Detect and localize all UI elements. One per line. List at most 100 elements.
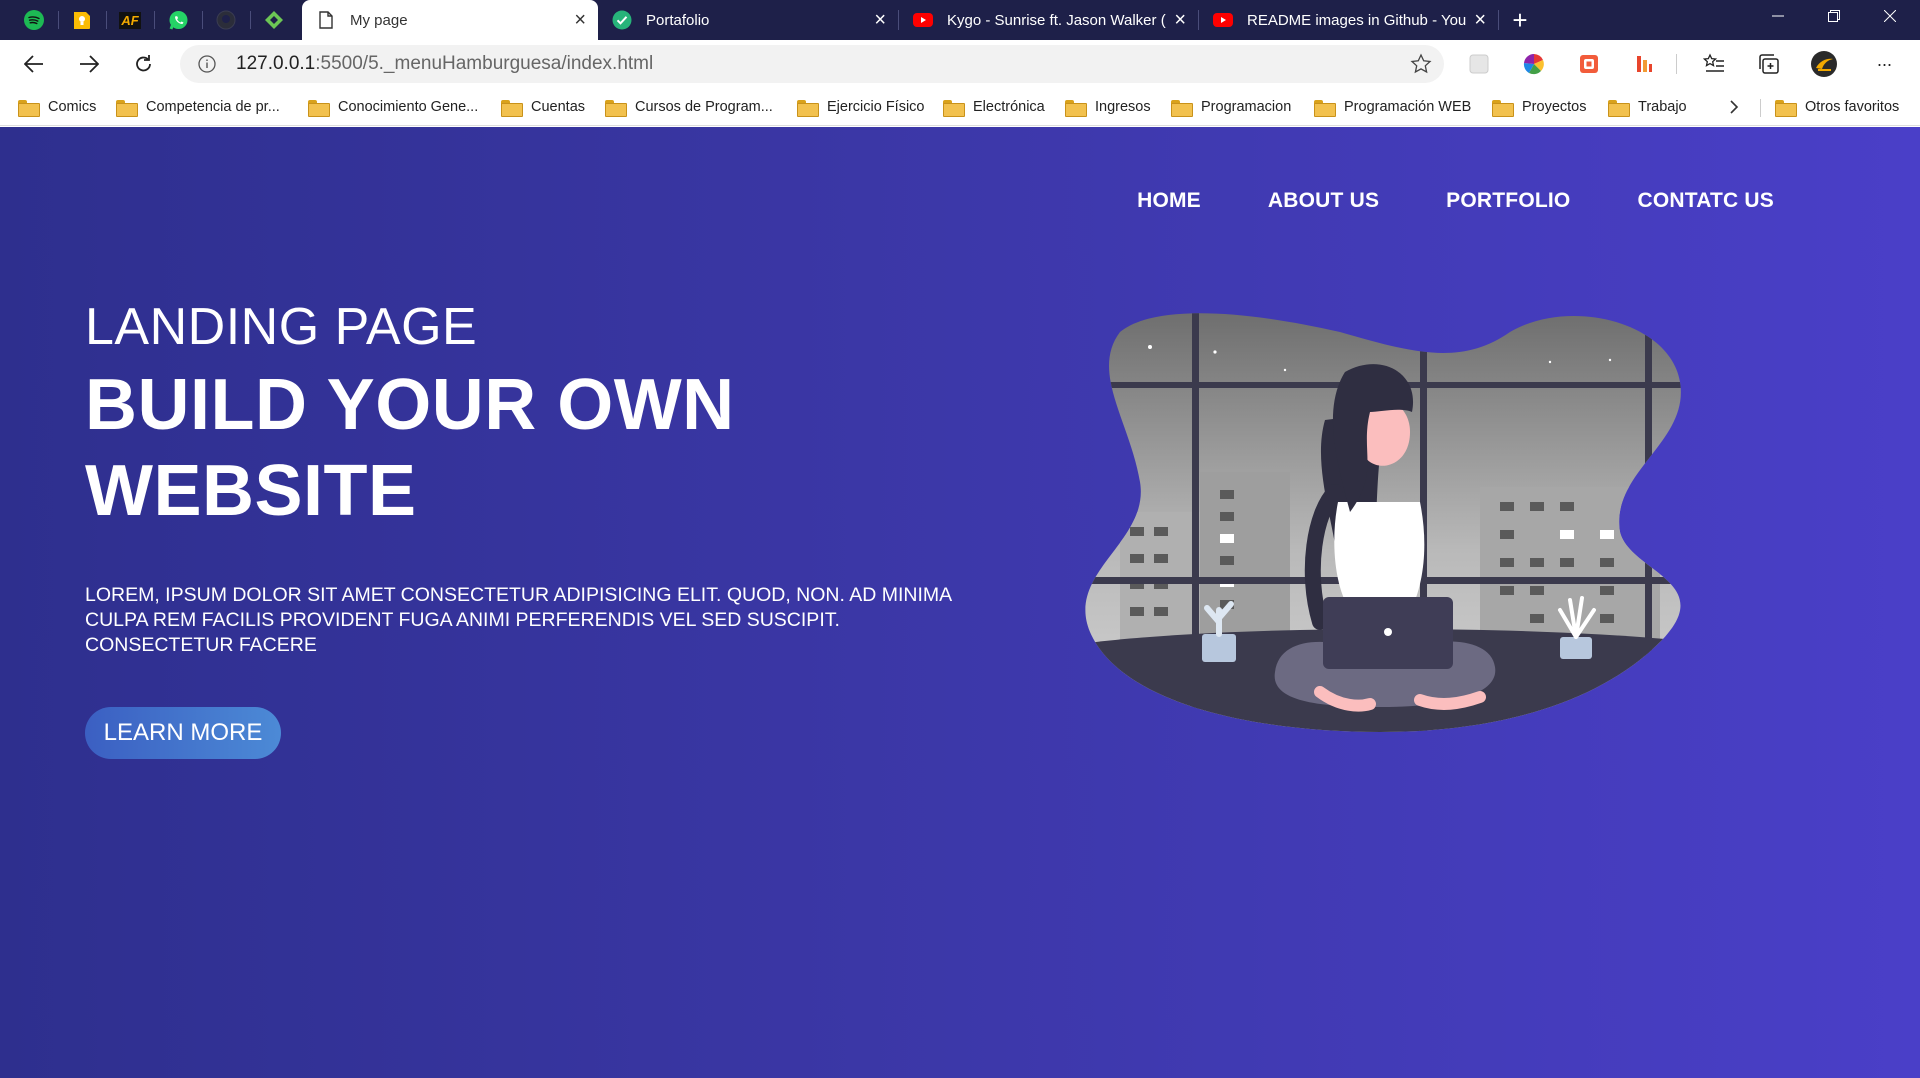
tab-strip: AF My page × Portafolio × Kygo - Sunrise… [0,0,1920,40]
youtube-icon [1213,10,1233,30]
new-tab-button[interactable]: + [1504,5,1536,35]
nav-portfolio[interactable]: PORTFOLIO [1446,189,1570,213]
nav-about-us[interactable]: ABOUT US [1268,189,1379,213]
nav-contact-us[interactable]: CONTATC US [1637,189,1774,213]
page-icon [316,10,336,30]
folder-icon [1171,99,1193,117]
back-button[interactable] [16,48,52,80]
folder-icon [1492,99,1514,117]
tab-title: Kygo - Sunrise ft. Jason Walker (O [947,11,1167,29]
close-icon[interactable]: × [1174,10,1186,30]
reload-button[interactable] [126,48,162,80]
main-nav: HOME ABOUT US PORTFOLIO CONTATC US [1070,189,1774,213]
extension-bars[interactable] [1630,50,1658,78]
folder-icon [116,99,138,117]
tab-title: Portafolio [646,11,710,29]
reload-icon [136,55,151,72]
avatar [1811,51,1837,77]
favorites-button[interactable] [1700,50,1728,78]
bookmark-folder[interactable]: Comics [18,96,96,118]
folder-icon [797,99,819,117]
close-window-button[interactable] [1862,0,1918,32]
learn-more-button[interactable]: LEARN MORE [85,707,281,759]
folder-icon [1608,99,1630,117]
bookmark-folder[interactable]: Ingresos [1065,96,1151,118]
bookmark-folder[interactable]: Programacion [1171,96,1291,118]
whatsapp-icon [169,10,187,30]
landing-page: HOME ABOUT US PORTFOLIO CONTATC US LANDI… [0,127,1920,1078]
youtube-icon [913,10,933,30]
bookmark-folder[interactable]: Programación WEB [1314,96,1471,118]
restore-icon [1828,10,1840,22]
tab-portafolio[interactable]: Portafolio × [598,0,898,40]
minimize-icon [1772,15,1784,17]
arrow-right-icon [80,55,99,73]
address-bar[interactable]: 127.0.0.1:5500/5._menuHamburguesa/index.… [180,45,1444,83]
minimize-button[interactable] [1750,0,1806,32]
woman-with-laptop-illustration [1085,313,1681,732]
favorite-star-icon[interactable] [1410,53,1432,80]
collections-button[interactable] [1755,50,1783,78]
bars-icon [1637,56,1652,72]
bookmark-folder[interactable]: Cuentas [501,96,585,118]
af-icon: AF [119,11,141,29]
github-icon [216,10,236,30]
favorites-list-icon [1703,53,1724,72]
folder-icon [501,99,523,117]
extension-color[interactable] [1520,50,1548,78]
forward-button[interactable] [71,48,107,80]
restore-button[interactable] [1806,0,1862,32]
chevron-right-icon [1730,100,1739,114]
bookmark-folder[interactable]: Cursos de Program... [605,96,773,118]
other-favorites[interactable]: Otros favoritos [1775,96,1899,118]
folder-icon [1065,99,1087,117]
feedly-icon [265,11,283,29]
shield-icon [1580,55,1598,73]
pinned-tab-whatsapp[interactable] [160,5,196,35]
bookmark-folder[interactable]: Trabajo [1608,96,1687,118]
close-icon[interactable]: × [1474,10,1486,30]
bookmark-folder[interactable]: Proyectos [1492,96,1586,118]
bookmark-folder[interactable]: Conocimiento Gene... [308,96,478,118]
tab-title: My page [350,11,408,29]
close-icon[interactable]: × [874,10,886,30]
pinned-tab-af[interactable]: AF [112,5,148,35]
tab-my-page[interactable]: My page × [302,0,598,40]
bookmark-folder[interactable]: Ejercicio Físico [797,96,925,118]
arrow-left-icon [24,55,43,73]
folder-icon [943,99,965,117]
spotify-icon [24,10,44,30]
more-options-button[interactable]: ··· [1870,50,1898,78]
url-text[interactable]: 127.0.0.1:5500/5._menuHamburguesa/index.… [236,53,653,75]
info-icon[interactable] [198,55,216,73]
collections-icon [1759,54,1779,74]
folder-icon [308,99,330,117]
folder-icon [1314,99,1336,117]
extension-shield[interactable] [1575,50,1603,78]
folder-icon [18,99,40,117]
check-circle-icon [612,10,632,30]
close-icon[interactable]: × [574,10,586,30]
tab-title: README images in Github - You [1247,11,1467,29]
hero-description: LOREM, IPSUM DOLOR SIT AMET CONSECTETUR … [85,584,952,656]
folder-icon [1775,99,1797,117]
tab-readme[interactable]: README images in Github - You × [1199,0,1498,40]
hero-kicker: LANDING PAGE [85,298,478,356]
pinned-tab-github[interactable] [208,5,244,35]
bookmarks-overflow-button[interactable] [1728,96,1740,118]
bookmark-folder[interactable]: Competencia de pr... [116,96,280,118]
pinned-tab-keep[interactable] [64,5,100,35]
extension-screenshot[interactable] [1465,50,1493,78]
hero-title: BUILD YOUR OWN WEBSITE [85,365,735,531]
bookmarks-bar: Comics Competencia de pr... Conocimiento… [0,88,1920,126]
bookmark-folder[interactable]: Electrónica [943,96,1045,118]
color-wheel-icon [1523,53,1544,75]
close-icon [1884,10,1896,22]
pinned-tab-spotify[interactable] [16,5,52,35]
keep-icon [74,12,90,29]
pinned-tab-feedly[interactable] [256,5,292,35]
nav-home[interactable]: HOME [1137,189,1201,213]
tab-kygo[interactable]: Kygo - Sunrise ft. Jason Walker (O × [899,0,1198,40]
profile-button[interactable] [1810,50,1838,78]
folder-icon [605,99,627,117]
